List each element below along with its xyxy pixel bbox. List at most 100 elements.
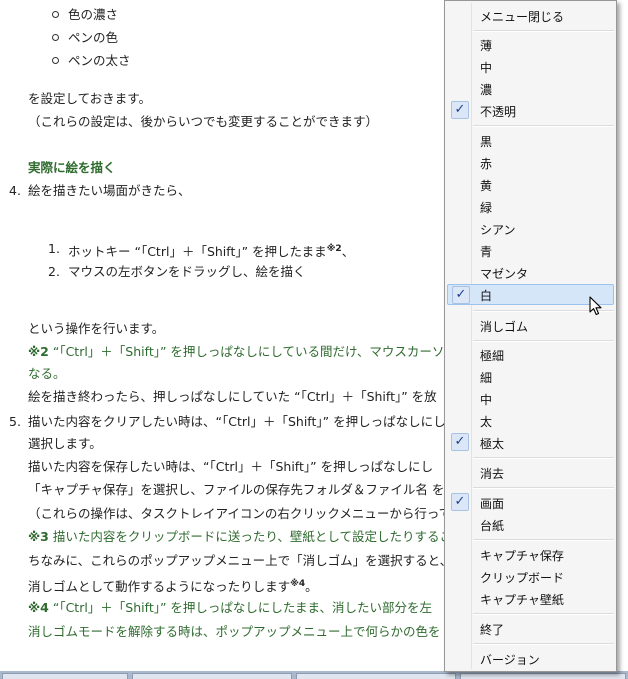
menu-item-color-blue[interactable]: 青 xyxy=(447,240,614,261)
taskbar-button[interactable] xyxy=(132,673,292,679)
menu-item-label: 極太 xyxy=(480,437,505,451)
menu-item-label: クリップボード xyxy=(480,571,565,585)
checkmark-icon: ✓ xyxy=(451,433,469,451)
taskbar-button[interactable] xyxy=(2,673,128,679)
menu-item-label: メニュー閉じる xyxy=(480,10,565,24)
checkmark-icon: ✓ xyxy=(452,286,470,304)
menu-item-capture-save[interactable]: キャプチャ保存 xyxy=(447,544,614,565)
eraser-mode-tail: 。 xyxy=(305,579,318,595)
menu-item-label: 不透明 xyxy=(480,105,517,119)
footnote-ref: ※2 xyxy=(326,244,342,254)
menu-separator xyxy=(473,643,614,645)
menu-item-target-board[interactable]: 台紙 xyxy=(447,514,614,535)
menu-item-label: 消しゴム xyxy=(480,320,529,334)
step-text: 描いた内容をクリアしたい時は、“「Ctrl」＋「Shift」” を押しっぱなしに… xyxy=(28,414,446,429)
menu-item-version[interactable]: バージョン xyxy=(447,648,614,669)
menu-item-color-red[interactable]: 赤 xyxy=(447,152,614,173)
bullet-icon xyxy=(52,11,59,18)
menu-item-eraser[interactable]: 消しゴム xyxy=(447,315,614,336)
menu-item-label: 細 xyxy=(480,371,493,385)
step-number: 4. xyxy=(9,183,21,198)
checkmark-icon: ✓ xyxy=(451,493,469,511)
menu-item-label: マゼンタ xyxy=(480,267,529,281)
menu-item-target-screen[interactable]: ✓ 画面 xyxy=(447,492,614,513)
menu-item-label: 極細 xyxy=(480,349,505,363)
menu-item-label: キャプチャ壁紙 xyxy=(480,593,564,607)
settings-item: ペンの色 xyxy=(68,30,119,45)
bullet-icon xyxy=(52,57,59,64)
menu-item-width-extra-thick[interactable]: ✓ 極太 xyxy=(447,432,614,453)
menu-item-close[interactable]: メニュー閉じる xyxy=(447,5,614,26)
eraser-mode: 消しゴムとして動作するようになったりします※4。 xyxy=(28,576,318,595)
operation-text: という操作を行います。 xyxy=(28,321,165,336)
menu-item-opacity-dark[interactable]: 濃 xyxy=(447,78,614,99)
footnote-mark: ※3 xyxy=(28,529,49,544)
step-text-cont: 選択します。 xyxy=(28,436,102,451)
menu-item-color-green[interactable]: 緑 xyxy=(447,196,614,217)
menu-item-label: 太 xyxy=(480,415,493,429)
step-text: 絵を描きたい場面がきたら、 xyxy=(28,183,191,198)
menu-item-label: 中 xyxy=(480,61,493,75)
menu-item-label: 黄 xyxy=(480,179,493,193)
menu-item-width-thick[interactable]: 太 xyxy=(447,410,614,431)
menu-item-width-medium[interactable]: 中 xyxy=(447,388,614,409)
eraser-mode-text: 消しゴムとして動作するようになったりします xyxy=(28,579,291,595)
menu-item-clear[interactable]: 消去 xyxy=(447,462,614,483)
save-text: 描いた内容を保存したい時は、“「Ctrl」＋「Shift」” を押しっぱなしにし xyxy=(28,459,434,474)
eraser-line: ちなみに、これらのポップアップメニュー上で「消しゴム」を選択すると、 xyxy=(28,553,453,568)
footnote-text: 描いた内容をクリップボードに送ったり、壁紙として設定したりするこ xyxy=(52,529,452,544)
settings-item: 色の濃さ xyxy=(68,7,119,22)
footnote-mark: ※4 xyxy=(28,600,49,615)
substep-number: 1. xyxy=(48,241,60,256)
bullet-icon xyxy=(52,34,59,41)
footnote-text: “「Ctrl」＋「Shift」” を押しっぱなしにしている間だけ、マウスカーソ xyxy=(52,344,445,359)
after-draw-text: 絵を描き終わったら、押しっぱなしにしていた “「Ctrl」＋「Shift」” を… xyxy=(28,389,437,404)
configure-note: （これらの設定は、後からいつでも変更することができます） xyxy=(28,114,379,129)
taskbar-button[interactable] xyxy=(296,673,456,679)
mouse-pointer-icon xyxy=(589,296,602,316)
substep-text: マウスの左ボタンをドラッグし、絵を描く xyxy=(68,264,306,279)
menu-separator xyxy=(473,125,614,127)
menu-item-clipboard[interactable]: クリップボード xyxy=(447,566,614,587)
footnote-2-cont: なる。 xyxy=(28,366,66,381)
menu-item-label: 消去 xyxy=(480,467,505,481)
footnote-text: “「Ctrl」＋「Shift」” を押しっぱなしにしたまま、消したい部分を左 xyxy=(52,600,433,615)
menu-item-width-extra-thin[interactable]: 極細 xyxy=(447,344,614,365)
menu-separator xyxy=(473,30,614,32)
menu-item-label: 青 xyxy=(480,245,493,259)
substep-number: 2. xyxy=(48,264,60,279)
menu-item-label: 赤 xyxy=(480,157,493,171)
menu-item-opacity-opaque[interactable]: ✓ 不透明 xyxy=(447,100,614,121)
menu-separator xyxy=(473,340,614,342)
menu-item-capture-wallpaper[interactable]: キャプチャ壁紙 xyxy=(447,588,614,609)
menu-item-width-thin[interactable]: 細 xyxy=(447,366,614,387)
menu-item-color-magenta[interactable]: マゼンタ xyxy=(447,262,614,283)
menu-item-color-cyan[interactable]: シアン xyxy=(447,218,614,239)
menu-item-label: バージョン xyxy=(480,653,540,667)
menu-item-color-black[interactable]: 黒 xyxy=(447,130,614,151)
menu-separator xyxy=(473,539,614,541)
substep-text: ホットキー “「Ctrl」＋「Shift」” を押したまま※2、 xyxy=(68,241,354,260)
menu-item-exit[interactable]: 終了 xyxy=(447,618,614,639)
checkmark-icon: ✓ xyxy=(451,101,469,119)
menu-item-label: 台紙 xyxy=(480,519,505,533)
menu-item-color-yellow[interactable]: 黄 xyxy=(447,174,614,195)
menu-item-label: 黒 xyxy=(480,135,493,149)
menu-item-label: 白 xyxy=(480,289,493,303)
menu-item-label: 薄 xyxy=(480,39,493,53)
taskbar-button[interactable] xyxy=(460,673,626,679)
menu-item-label: 画面 xyxy=(480,497,505,511)
menu-item-opacity-light[interactable]: 薄 xyxy=(447,34,614,55)
menu-item-label: 中 xyxy=(480,393,493,407)
menu-item-label: 緑 xyxy=(480,201,493,215)
menu-item-opacity-medium[interactable]: 中 xyxy=(447,56,614,77)
footnote-2: ※2 “「Ctrl」＋「Shift」” を押しっぱなしにしている間だけ、マウスカ… xyxy=(28,344,444,360)
footnote-mark: ※2 xyxy=(28,344,49,359)
menu-separator xyxy=(473,457,614,459)
ops-note: （これらの操作は、タスクトレイアイコンの右クリックメニューから行っても xyxy=(28,506,464,521)
menu-item-label: 濃 xyxy=(480,83,493,97)
configure-text: を設定しておきます。 xyxy=(28,91,152,106)
section-title: 実際に絵を描く xyxy=(28,160,116,175)
step-number: 5. xyxy=(9,414,21,429)
footnote-3: ※3 描いた内容をクリップボードに送ったり、壁紙として設定したりするこ xyxy=(28,529,452,545)
